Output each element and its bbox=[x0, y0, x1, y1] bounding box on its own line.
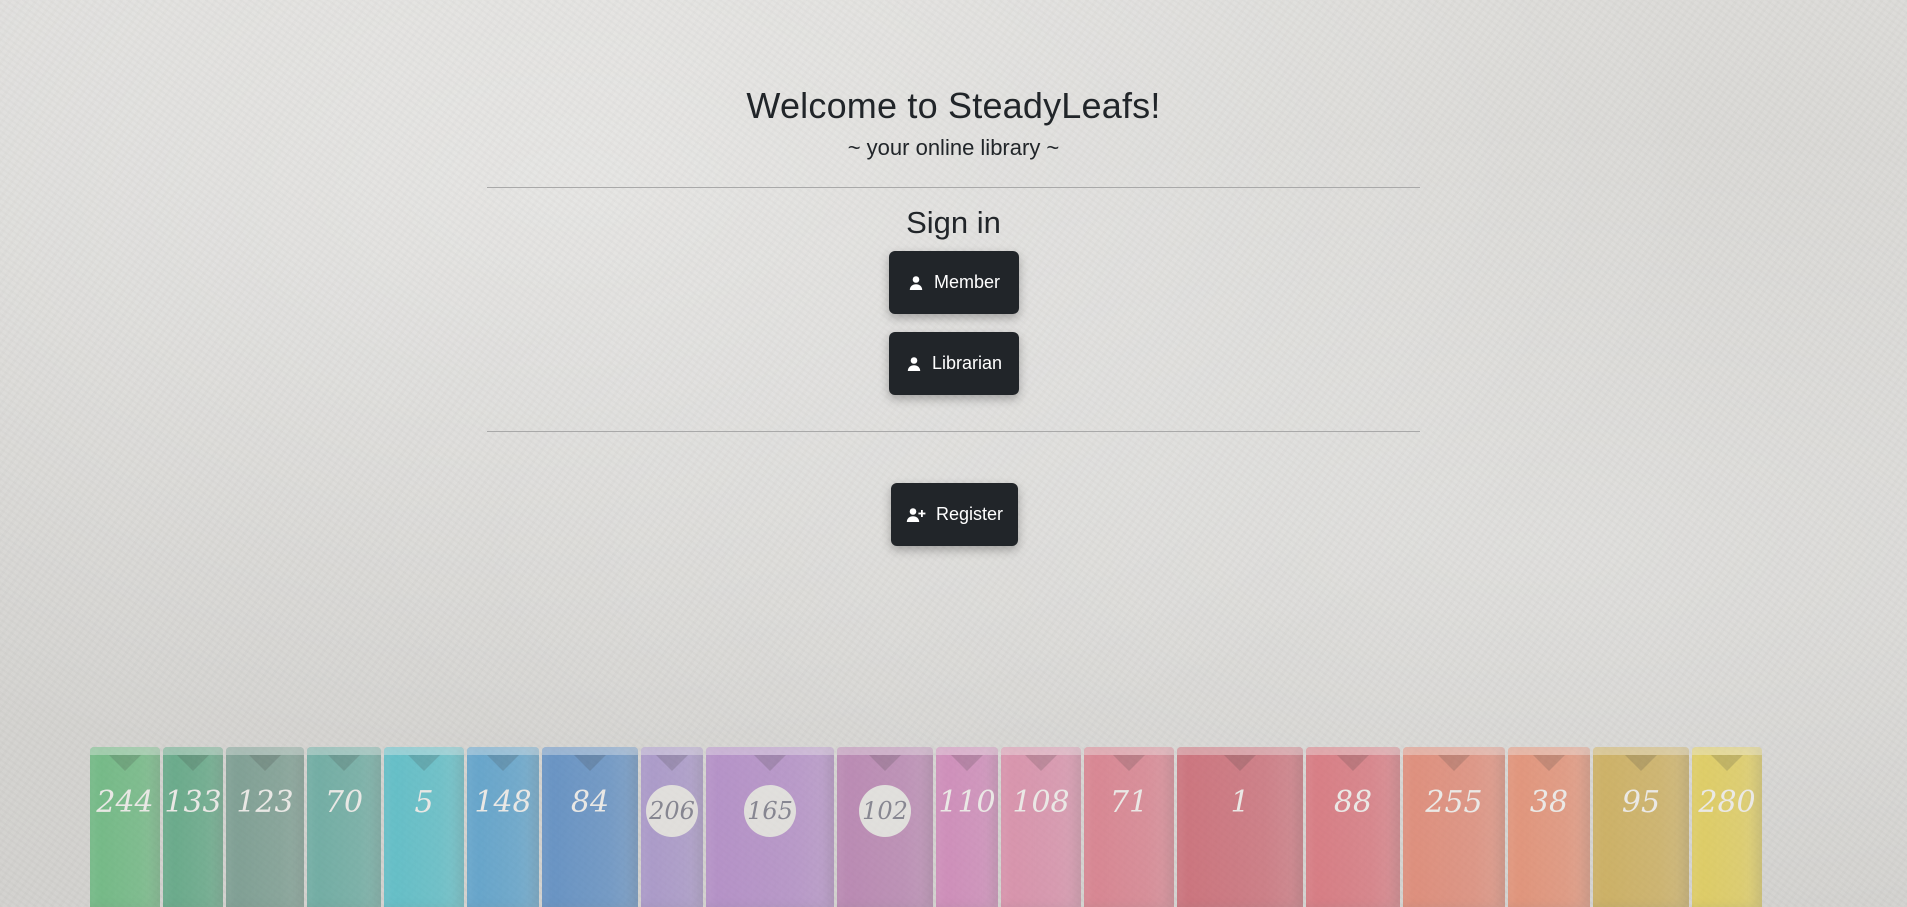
book-spine: 206 bbox=[641, 747, 703, 907]
member-signin-button[interactable]: Member bbox=[889, 251, 1019, 314]
book-spine: 110 bbox=[936, 747, 998, 907]
book-number: 206 bbox=[641, 785, 703, 837]
top-divider bbox=[487, 187, 1420, 188]
book-number: 95 bbox=[1621, 785, 1661, 820]
book-spine: 133 bbox=[163, 747, 223, 907]
book-number: 123 bbox=[236, 785, 294, 820]
register-button-label: Register bbox=[935, 504, 1004, 524]
book-number: 38 bbox=[1529, 785, 1569, 820]
book-number: 133 bbox=[164, 785, 222, 820]
librarian-signin-button[interactable]: Librarian bbox=[889, 332, 1019, 395]
book-spine: 123 bbox=[226, 747, 304, 907]
book-number: 148 bbox=[474, 785, 532, 820]
book-spine: 255 bbox=[1403, 747, 1505, 907]
book-spine: 102 bbox=[837, 747, 933, 907]
bottom-divider bbox=[487, 431, 1420, 432]
book-number: 244 bbox=[96, 785, 154, 820]
book-number: 5 bbox=[414, 785, 434, 820]
book-spine: 38 bbox=[1508, 747, 1590, 907]
book-number: 255 bbox=[1425, 785, 1483, 820]
register-button[interactable]: Register bbox=[891, 483, 1018, 546]
book-spine: 5 bbox=[384, 747, 464, 907]
book-number: 88 bbox=[1333, 785, 1373, 820]
book-number: 84 bbox=[570, 785, 610, 820]
book-spine: 165 bbox=[706, 747, 834, 907]
page-title: Welcome to SteadyLeafs! bbox=[746, 85, 1161, 126]
book-number: 108 bbox=[1012, 785, 1070, 820]
book-spine: 88 bbox=[1306, 747, 1400, 907]
book-spine: 1 bbox=[1177, 747, 1303, 907]
book-number: 102 bbox=[837, 785, 933, 837]
person-plus-icon bbox=[906, 507, 926, 522]
book-number: 71 bbox=[1109, 785, 1149, 820]
book-spine: 95 bbox=[1593, 747, 1689, 907]
bookshelf-background: 244 133 123 70 5 148 84 206 165 102 110 108 71 1 88 255… bbox=[90, 735, 1774, 907]
person-icon bbox=[909, 275, 923, 290]
member-button-label: Member bbox=[933, 272, 1000, 292]
book-spine: 70 bbox=[307, 747, 381, 907]
book-spine: 71 bbox=[1084, 747, 1174, 907]
book-number: 110 bbox=[938, 785, 996, 820]
librarian-button-label: Librarian bbox=[931, 353, 1003, 373]
page-subtitle: ~ your online library ~ bbox=[847, 135, 1060, 160]
person-icon bbox=[907, 356, 921, 371]
book-number: 280 bbox=[1698, 785, 1756, 820]
signin-heading: Sign in bbox=[906, 205, 1001, 240]
book-spine: 244 bbox=[90, 747, 160, 907]
book-number: 165 bbox=[706, 785, 834, 837]
book-spine: 280 bbox=[1692, 747, 1762, 907]
book-spine: 108 bbox=[1001, 747, 1081, 907]
book-spine: 84 bbox=[542, 747, 638, 907]
book-number: 70 bbox=[324, 785, 364, 820]
book-number: 1 bbox=[1230, 785, 1250, 820]
book-spine: 148 bbox=[467, 747, 539, 907]
